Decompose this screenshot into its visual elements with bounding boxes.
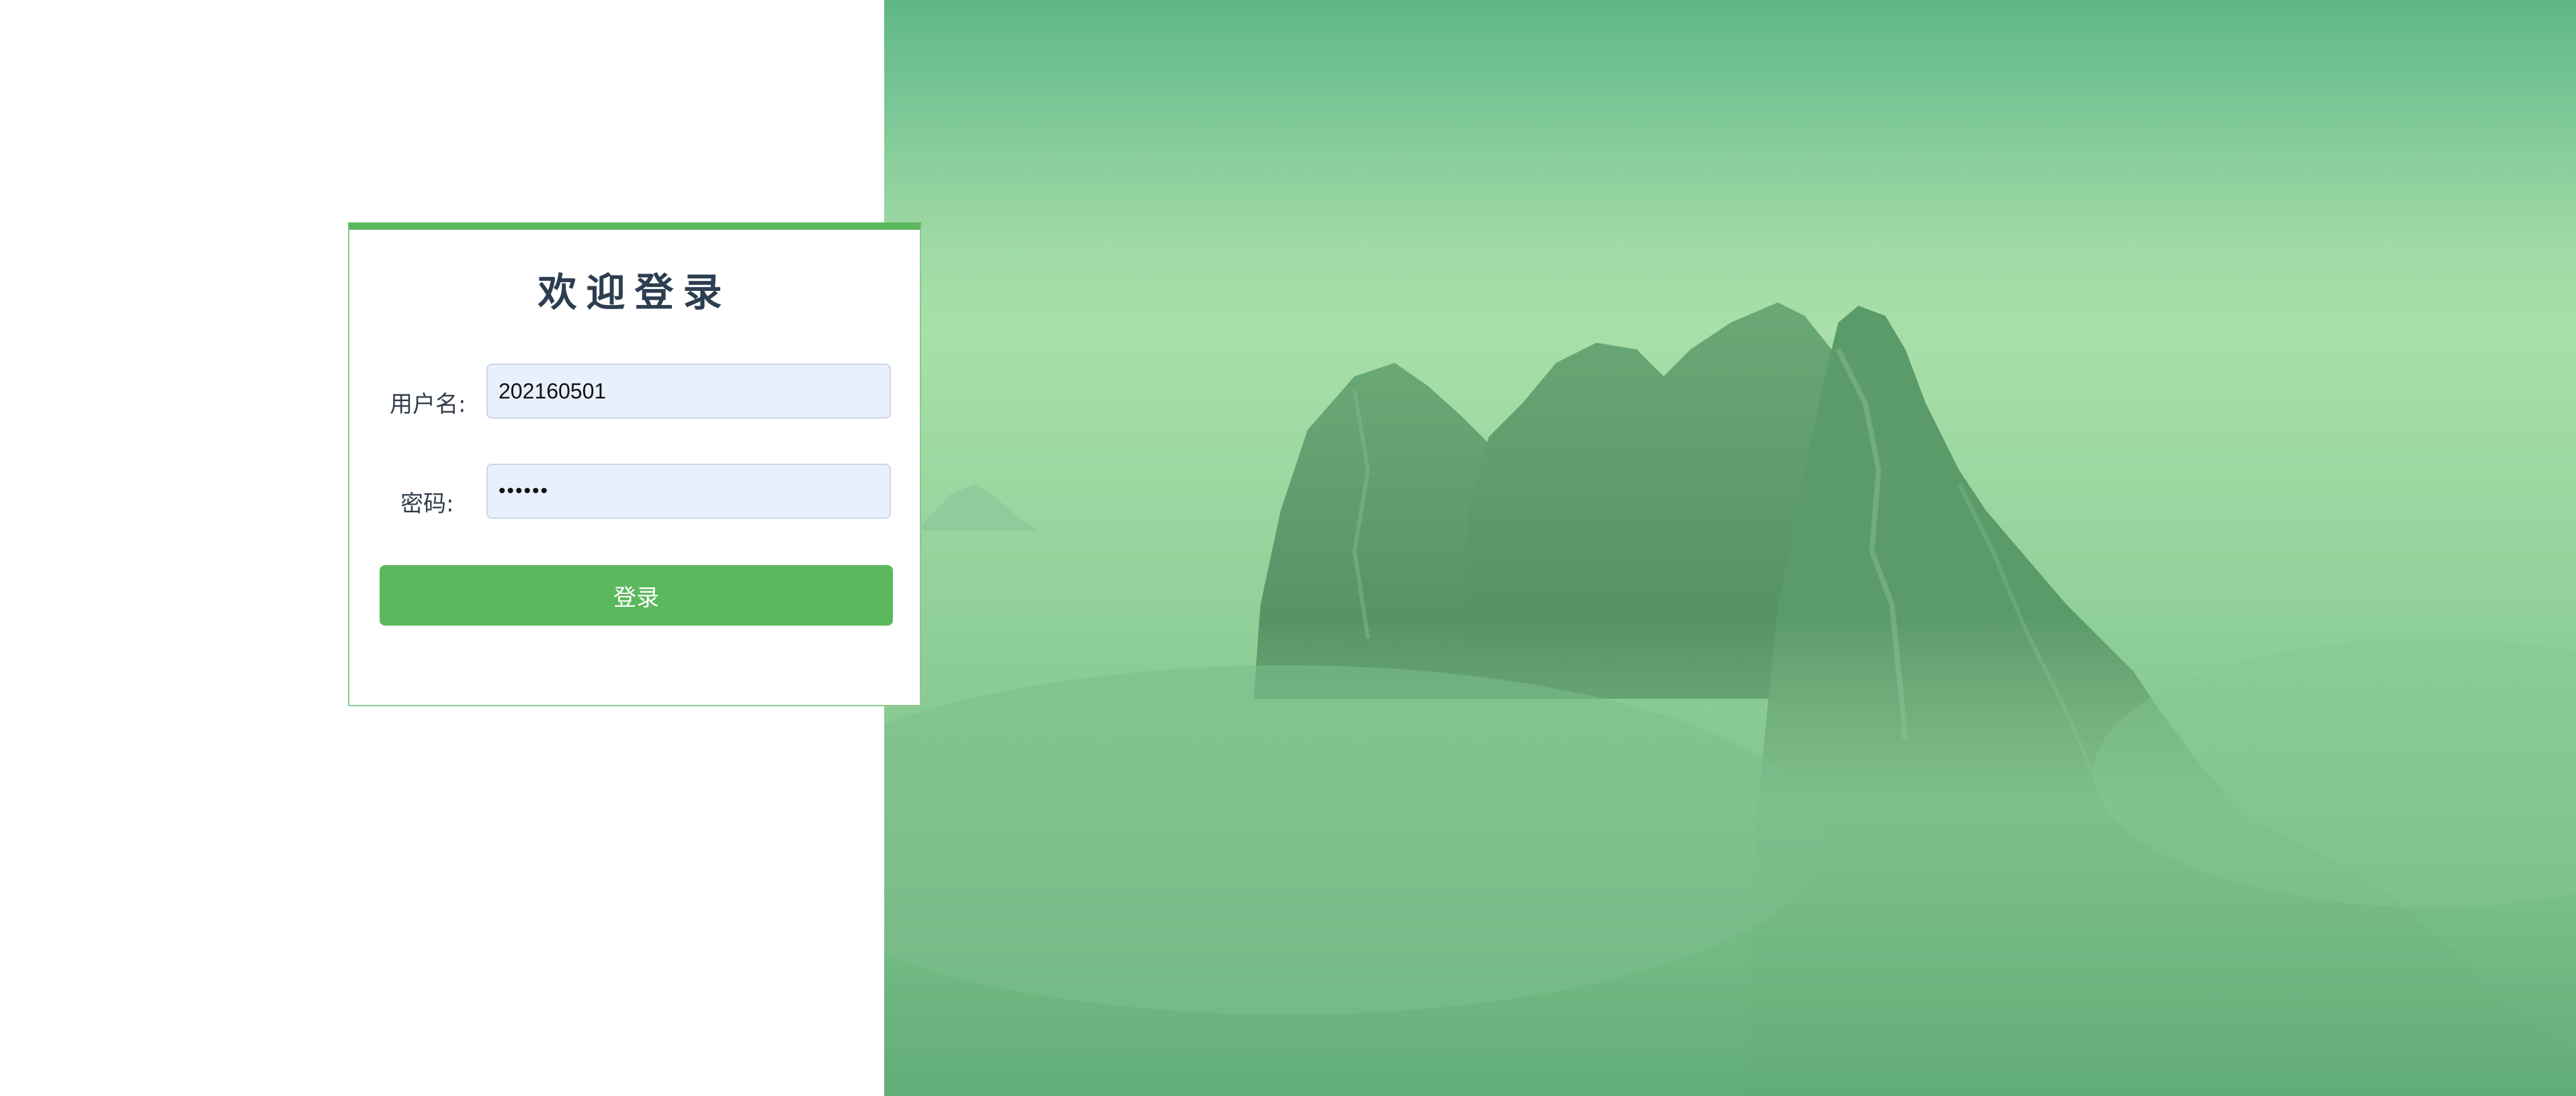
mountain-illustration	[884, 302, 2576, 1096]
password-label: 密码:	[400, 491, 454, 517]
login-card: 欢迎登录 用户名: 密码: 登录	[348, 222, 921, 706]
login-page: 欢迎登录 用户名: 密码: 登录	[0, 0, 2576, 1096]
username-label: 用户名:	[390, 391, 466, 418]
login-button[interactable]: 登录	[380, 565, 893, 626]
username-input[interactable]	[486, 364, 891, 419]
mountain-background-image	[884, 0, 2576, 1096]
password-input[interactable]	[486, 464, 891, 519]
login-title: 欢迎登录	[538, 269, 732, 315]
